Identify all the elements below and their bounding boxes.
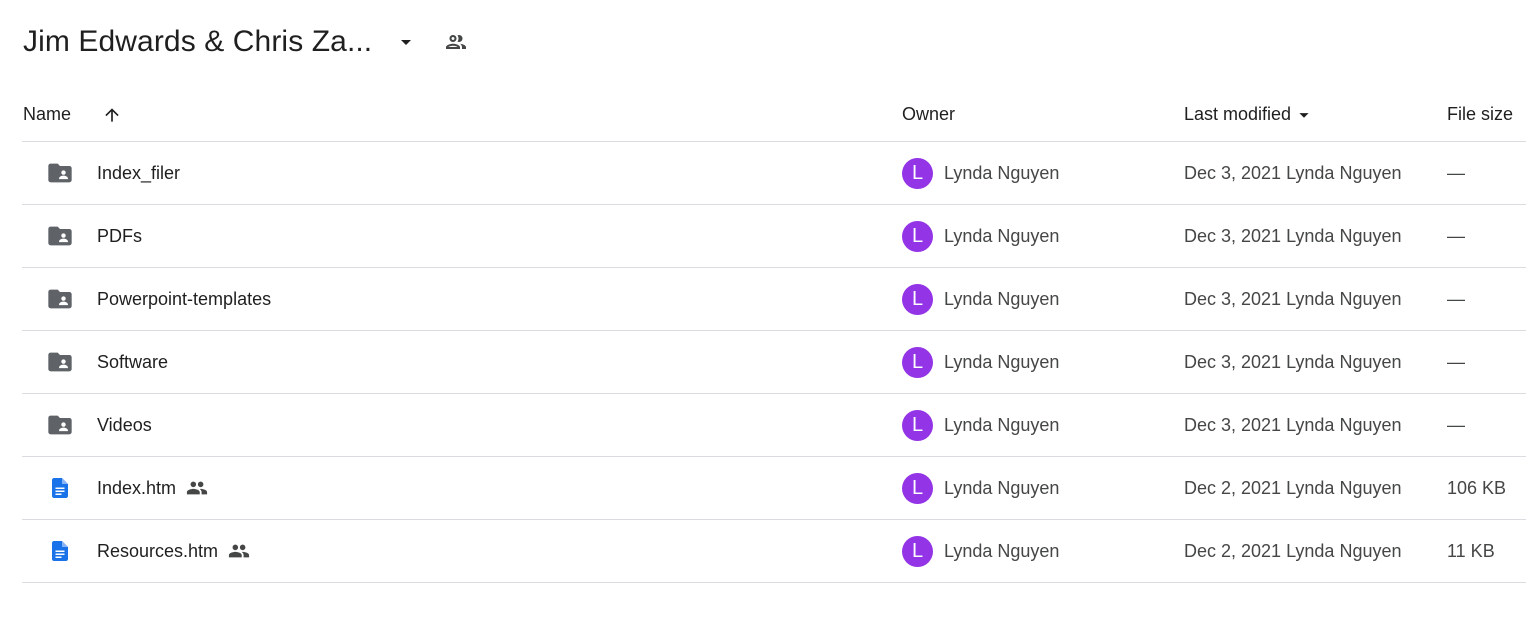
owner-cell: L Lynda Nguyen: [902, 457, 1059, 519]
shared-folder-icon: [48, 163, 72, 183]
google-doc-icon: [52, 541, 68, 561]
file-name: Index_filer: [97, 162, 181, 183]
file-type-icon-cell: [46, 142, 74, 204]
folder-menu-button[interactable]: [386, 22, 426, 62]
avatar: L: [902, 157, 933, 189]
shared-folder-icon: [48, 415, 72, 435]
owner-name: Lynda Nguyen: [944, 288, 1060, 309]
file-type-icon-cell: [46, 394, 74, 456]
owner-name: Lynda Nguyen: [944, 540, 1060, 561]
file-row[interactable]: Videos L Lynda Nguyen Dec 3, 2021 Lynda Ngu…: [22, 394, 1526, 457]
shared-indicator: [228, 540, 250, 562]
folder-title[interactable]: Jim Edwards & Chris Za...: [23, 25, 372, 59]
people-icon: [446, 35, 467, 49]
shared-folder-icon: [48, 352, 72, 372]
file-type-icon-cell: [46, 268, 74, 330]
file-name: PDFs: [97, 225, 142, 246]
shared-folder-icon: [48, 289, 72, 309]
file-name-cell[interactable]: Videos: [97, 394, 152, 456]
avatar: L: [902, 346, 933, 378]
file-size: —: [1447, 162, 1465, 183]
file-name-cell[interactable]: Index.htm: [97, 457, 208, 519]
file-size: —: [1447, 288, 1465, 309]
file-size: —: [1447, 414, 1465, 435]
shared-folder-icon: [48, 226, 72, 246]
file-row[interactable]: Index_filer L Lynda Nguyen Dec 3, 2021 Lynd…: [22, 142, 1526, 205]
avatar: L: [902, 220, 933, 252]
last-modified: Dec 3, 2021 Lynda Nguyen: [1184, 162, 1402, 183]
file-list: Name Owner Last modified File size Index…: [22, 88, 1526, 583]
arrow-up-icon: [105, 107, 119, 122]
last-modified: Dec 3, 2021 Lynda Nguyen: [1184, 414, 1402, 435]
file-name: Videos: [97, 414, 152, 435]
avatar: L: [902, 472, 933, 504]
file-type-icon-cell: [46, 331, 74, 393]
file-row[interactable]: Software L Lynda Nguyen Dec 3, 2021 Lynda N…: [22, 331, 1526, 394]
owner-cell: L Lynda Nguyen: [902, 331, 1059, 393]
owner-cell: L Lynda Nguyen: [902, 205, 1059, 267]
column-header-file-size[interactable]: File size: [1447, 88, 1513, 141]
owner-name: Lynda Nguyen: [944, 414, 1060, 435]
file-row[interactable]: PDFs L Lynda Nguyen Dec 3, 2021 Lynda Nguye…: [22, 205, 1526, 268]
owner-cell: L Lynda Nguyen: [902, 268, 1059, 330]
last-modified: Dec 2, 2021 Lynda Nguyen: [1184, 540, 1402, 561]
owner-name: Lynda Nguyen: [944, 225, 1060, 246]
file-type-icon-cell: [46, 520, 74, 582]
last-modified: Dec 3, 2021 Lynda Nguyen: [1184, 288, 1402, 309]
last-modified: Dec 3, 2021 Lynda Nguyen: [1184, 351, 1402, 372]
folder-shared-button[interactable]: [436, 22, 476, 62]
owner-cell: L Lynda Nguyen: [902, 520, 1059, 582]
file-name: Resources.htm: [97, 540, 219, 561]
column-header-last-modified[interactable]: Last modified: [1184, 88, 1315, 141]
folder-header: Jim Edwards & Chris Za...: [23, 18, 476, 66]
file-name-cell[interactable]: Powerpoint-templates: [97, 268, 271, 330]
owner-cell: L Lynda Nguyen: [902, 394, 1059, 456]
file-name-cell[interactable]: PDFs: [97, 205, 142, 267]
avatar: L: [902, 535, 933, 567]
owner-cell: L Lynda Nguyen: [902, 142, 1059, 204]
file-name: Index.htm: [97, 477, 177, 498]
file-size: 11 KB: [1447, 540, 1495, 561]
file-name-cell[interactable]: Software: [97, 331, 168, 393]
shared-people-icon: [186, 481, 208, 495]
owner-name: Lynda Nguyen: [944, 477, 1060, 498]
avatar: L: [902, 409, 933, 441]
file-size: 106 KB: [1447, 477, 1507, 498]
file-list-header: Name Owner Last modified File size: [22, 88, 1526, 142]
owner-name: Lynda Nguyen: [944, 162, 1060, 183]
avatar: L: [902, 283, 933, 315]
column-header-name[interactable]: Name: [23, 88, 71, 141]
arrow-drop-down-icon: [401, 40, 412, 45]
file-type-icon-cell: [46, 457, 74, 519]
last-modified: Dec 2, 2021 Lynda Nguyen: [1184, 477, 1402, 498]
file-name: Software: [97, 351, 169, 372]
file-rows: Index_filer L Lynda Nguyen Dec 3, 2021 Lynd…: [22, 142, 1526, 583]
last-modified: Dec 3, 2021 Lynda Nguyen: [1184, 225, 1402, 246]
file-row[interactable]: Powerpoint-templates L Lynda Nguyen Dec 3, …: [22, 268, 1526, 331]
file-name-cell[interactable]: Index_filer: [97, 142, 180, 204]
arrow-drop-down-icon: [1299, 112, 1309, 118]
sort-direction-button[interactable]: [102, 88, 122, 141]
file-size: —: [1447, 351, 1465, 372]
owner-name: Lynda Nguyen: [944, 351, 1060, 372]
shared-indicator: [186, 477, 208, 499]
file-name: Powerpoint-templates: [97, 288, 272, 309]
column-header-last-modified-label: Last modified: [1184, 104, 1292, 124]
file-name-cell[interactable]: Resources.htm: [97, 520, 250, 582]
file-row[interactable]: Resources.htm L Lynda Nguyen Dec 2, 2021 Ly…: [22, 520, 1526, 583]
file-type-icon-cell: [46, 205, 74, 267]
file-size: —: [1447, 225, 1465, 246]
column-header-owner[interactable]: Owner: [902, 88, 955, 141]
shared-people-icon: [228, 544, 250, 558]
file-row[interactable]: Index.htm L Lynda Nguyen Dec 2, 2021 Lynda …: [22, 457, 1526, 520]
google-doc-icon: [52, 478, 68, 498]
